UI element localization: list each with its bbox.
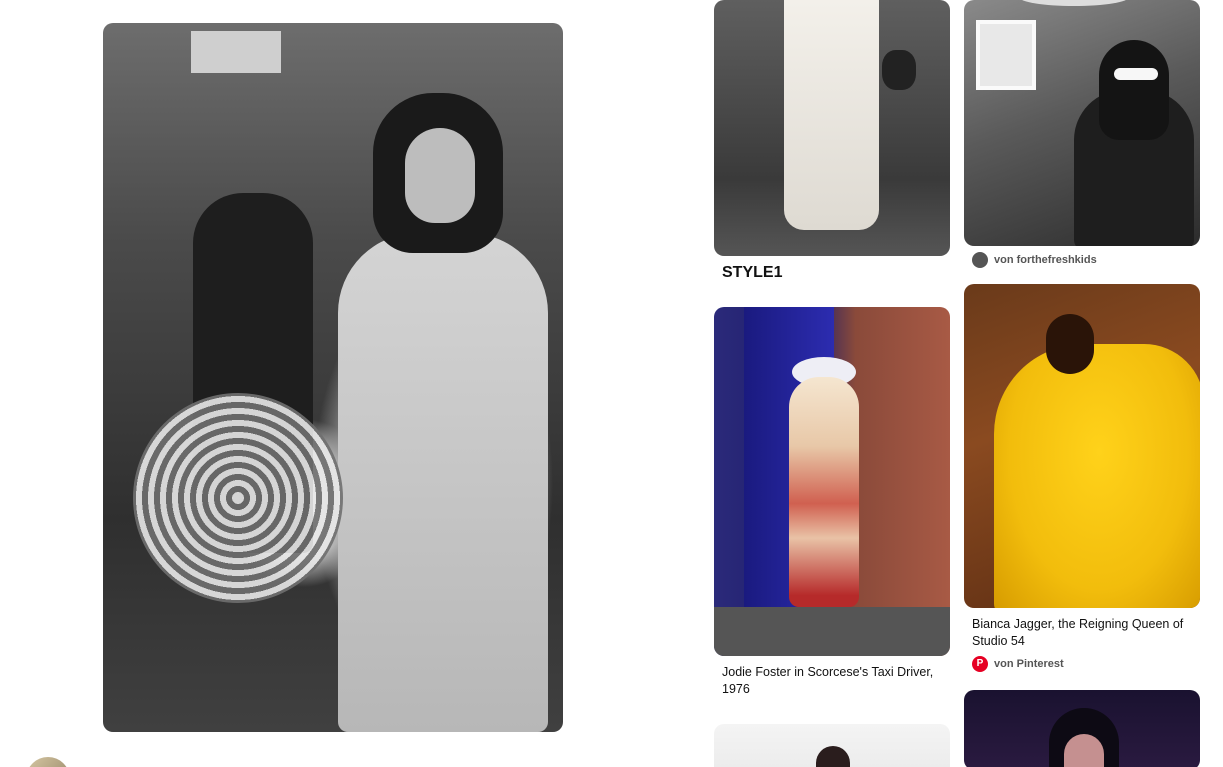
- face: [1064, 734, 1104, 767]
- pin-closeup-page: STYLE1 Jodie Foster in Scorcese's Taxi D…: [0, 0, 1223, 767]
- pin-source[interactable]: von forthefreshkids: [964, 246, 1200, 268]
- pin-image[interactable]: [714, 724, 950, 767]
- pin-card-bottom-right[interactable]: [964, 690, 1200, 767]
- pin-closeup-panel: [0, 0, 701, 767]
- pin-image[interactable]: [714, 0, 950, 256]
- pin-card-style1[interactable]: STYLE1: [714, 0, 950, 281]
- girl-figure: [789, 377, 859, 607]
- pin-card-bianca[interactable]: Bianca Jagger, the Reigning Queen of Stu…: [964, 284, 1200, 672]
- related-pins-grid: STYLE1 Jodie Foster in Scorcese's Taxi D…: [701, 0, 1223, 767]
- stoop-step: [714, 607, 950, 656]
- pin-source[interactable]: P von Pinterest: [964, 650, 1200, 672]
- background-sign: [191, 31, 281, 73]
- pin-title[interactable]: STYLE1: [714, 256, 950, 281]
- source-text: von forthefreshkids: [994, 254, 1097, 266]
- hair: [1099, 40, 1169, 140]
- pin-card-bottom-left[interactable]: [714, 724, 950, 767]
- white-glasses: [1114, 68, 1158, 80]
- pin-image[interactable]: [714, 307, 950, 656]
- black-bag: [882, 50, 916, 90]
- face: [405, 128, 475, 223]
- pin-image[interactable]: [964, 284, 1200, 608]
- pin-main-image[interactable]: [103, 23, 563, 732]
- portrait-head: [816, 746, 850, 767]
- pin-card-francoise[interactable]: von forthefreshkids: [964, 0, 1200, 268]
- lamp: [1019, 0, 1129, 6]
- source-avatar: [972, 252, 988, 268]
- lace-dress: [338, 233, 548, 732]
- head: [1046, 314, 1094, 374]
- pin-title[interactable]: Jodie Foster in Scorcese's Taxi Driver, …: [714, 656, 950, 698]
- pin-title[interactable]: Bianca Jagger, the Reigning Queen of Stu…: [964, 608, 1200, 650]
- picture-frame: [976, 20, 1036, 90]
- pin-image[interactable]: [964, 0, 1200, 246]
- source-text: von Pinterest: [994, 658, 1064, 670]
- crochet-bag: [133, 393, 343, 603]
- pin-image[interactable]: [964, 690, 1200, 767]
- pinterest-icon: P: [972, 656, 988, 672]
- pinner-avatar[interactable]: [26, 757, 70, 767]
- white-suit: [784, 0, 879, 230]
- yellow-coat: [994, 344, 1200, 608]
- pin-card-jodie[interactable]: Jodie Foster in Scorcese's Taxi Driver, …: [714, 307, 950, 698]
